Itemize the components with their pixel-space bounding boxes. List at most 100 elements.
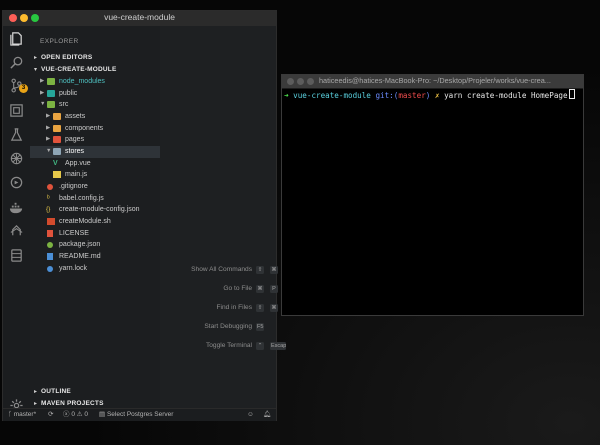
postgres-server-status[interactable]: ▤ Select Postgres Server xyxy=(99,409,173,421)
prompt-arrow: ➜ xyxy=(284,91,289,100)
tree-item-main-js[interactable]: main.js xyxy=(30,169,160,181)
chevron-down-icon: ▼ xyxy=(40,101,46,107)
chevron-right-icon: ▶ xyxy=(40,90,45,96)
tree-item-public[interactable]: ▶ public xyxy=(30,88,160,100)
shortcut-find-in-files[interactable]: Find in Files ⇧ ⌘ F xyxy=(170,304,292,314)
sync-icon[interactable]: ⟳ xyxy=(48,409,53,421)
warning-icon: ⚠ xyxy=(76,411,83,418)
notifications-bell-icon[interactable]: 🔔︎ xyxy=(263,409,271,421)
chevron-right-icon: ▸ xyxy=(34,401,38,407)
terminal-prompt-line[interactable]: ➜ vue-create-module git:(master) ✗ yarn … xyxy=(284,89,575,100)
status-bar: ᚴ master* ⟳ ⓧ 0 ⚠ 0 ▤ Select Postgres Se… xyxy=(3,408,276,421)
tree-item-components[interactable]: ▶ components xyxy=(30,123,160,135)
folder-open-icon xyxy=(53,148,61,155)
js-file-icon xyxy=(53,171,61,178)
explorer-icon[interactable] xyxy=(9,31,24,46)
folder-icon xyxy=(47,78,55,85)
shell-file-icon xyxy=(47,218,55,225)
p-key: P xyxy=(270,285,278,293)
debug-icon[interactable] xyxy=(9,151,24,166)
problems-status[interactable]: ⓧ 0 ⚠ 0 xyxy=(63,409,88,421)
shortcut-show-all-commands[interactable]: Show All Commands ⇧ ⌘ P xyxy=(170,266,292,276)
git-label: git: xyxy=(375,91,394,100)
source-control-icon[interactable]: 3 xyxy=(9,78,28,93)
cmd-key: ⌘ xyxy=(270,304,278,312)
maximize-window-button[interactable] xyxy=(307,78,314,85)
yarn-file-icon xyxy=(47,266,53,272)
text-cursor xyxy=(568,89,575,99)
folder-icon xyxy=(53,113,61,120)
folder-icon xyxy=(53,136,61,143)
feedback-icon[interactable]: ☺ xyxy=(247,409,254,421)
tree-item-package-json[interactable]: package.json xyxy=(30,239,160,251)
dirty-marker: ✗ xyxy=(434,91,440,100)
git-branch: master xyxy=(398,91,426,100)
docker-icon[interactable] xyxy=(9,200,24,215)
live-share-icon[interactable] xyxy=(9,224,24,239)
f5-key: F5 xyxy=(256,323,265,331)
chevron-down-icon: ▼ xyxy=(46,148,52,154)
tree-item-assets[interactable]: ▶ assets xyxy=(30,111,160,123)
info-file-icon xyxy=(47,253,53,260)
tree-item-create-module-config[interactable]: {} create-module-config.json xyxy=(30,204,160,216)
escape-key: Escap xyxy=(270,342,286,350)
branch-status[interactable]: ᚴ master* xyxy=(8,409,36,421)
project-section[interactable]: ▾ VUE-CREATE-MODULE xyxy=(30,64,160,76)
title-bar: vue-create-module xyxy=(3,11,276,27)
search-icon[interactable] xyxy=(9,55,24,70)
tree-item-src[interactable]: ▼ src xyxy=(30,99,160,111)
folder-icon xyxy=(47,90,55,97)
terminal-title: haticeedis@hatices-MacBook-Pro: ~/Deskto… xyxy=(319,76,551,85)
folder-icon xyxy=(53,125,61,132)
chevron-right-icon: ▸ xyxy=(34,55,38,61)
activity-bar: 3 xyxy=(3,26,30,412)
error-icon: ⓧ xyxy=(63,411,70,418)
remote-explorer-icon[interactable] xyxy=(9,175,24,190)
tree-item-create-module-sh[interactable]: createModule.sh xyxy=(30,216,160,228)
database-icon[interactable] xyxy=(9,248,24,263)
tree-item-gitignore[interactable]: .gitignore xyxy=(30,181,160,193)
extensions-icon[interactable] xyxy=(9,103,24,118)
tree-item-node-modules[interactable]: ▶ node_modules xyxy=(30,76,160,88)
chevron-right-icon: ▸ xyxy=(34,389,38,395)
outline-section[interactable]: ▸ OUTLINE xyxy=(30,386,160,398)
vue-file-icon: V xyxy=(53,160,58,167)
tree-item-pages[interactable]: ▶ pages xyxy=(30,134,160,146)
tree-item-babel-config[interactable]: ᵇ babel.config.js xyxy=(30,193,160,205)
window-title: vue-create-module xyxy=(104,12,175,22)
chevron-right-icon: ▶ xyxy=(46,113,51,119)
tree-item-app-vue[interactable]: V App.vue xyxy=(30,158,160,170)
tree-item-license[interactable]: LICENSE xyxy=(30,228,160,240)
tree-item-stores[interactable]: ▼ stores xyxy=(30,146,160,158)
database-icon: ▤ xyxy=(99,411,106,418)
typed-command: yarn create-module HomePage xyxy=(444,91,568,100)
folder-open-icon xyxy=(47,101,55,108)
vscode-window: vue-create-module 3 EXPLORER ▸ OPEN EDIT… xyxy=(2,10,292,421)
git-branch-icon: ᚴ xyxy=(8,411,12,418)
license-file-icon xyxy=(47,230,53,237)
open-editors-section[interactable]: ▸ OPEN EDITORS xyxy=(30,52,160,64)
cmd-key: ⌘ xyxy=(256,285,264,293)
git-file-icon xyxy=(47,184,53,190)
chevron-right-icon: ▶ xyxy=(46,136,51,142)
babel-file-icon: ᵇ xyxy=(47,195,50,202)
minimize-window-button[interactable] xyxy=(297,78,304,85)
shortcut-toggle-terminal[interactable]: Toggle Terminal ⌃ Escap xyxy=(170,342,290,352)
editor-welcome-area: Show All Commands ⇧ ⌘ P Go to File ⌘ P F… xyxy=(160,26,292,409)
prompt-directory: vue-create-module xyxy=(293,91,371,100)
shortcut-start-debugging[interactable]: Start Debugging F5 xyxy=(170,323,290,333)
test-flask-icon[interactable] xyxy=(9,127,24,142)
chevron-right-icon: ▶ xyxy=(46,125,51,131)
terminal-window: haticeedis@hatices-MacBook-Pro: ~/Deskto… xyxy=(281,74,584,316)
tree-item-yarn-lock[interactable]: yarn.lock xyxy=(30,263,160,275)
chevron-right-icon: ▶ xyxy=(40,78,45,84)
shift-key: ⇧ xyxy=(256,266,264,274)
explorer-title: EXPLORER xyxy=(40,38,79,45)
changes-badge: 3 xyxy=(19,84,28,93)
tree-item-readme[interactable]: README.md xyxy=(30,251,160,263)
chevron-down-icon: ▾ xyxy=(34,67,38,73)
close-window-button[interactable] xyxy=(287,78,294,85)
explorer-sidebar: EXPLORER ▸ OPEN EDITORS ▾ VUE-CREATE-MOD… xyxy=(30,26,160,409)
shortcut-go-to-file[interactable]: Go to File ⌘ P xyxy=(170,285,290,295)
json-file-icon: {} xyxy=(46,206,51,213)
